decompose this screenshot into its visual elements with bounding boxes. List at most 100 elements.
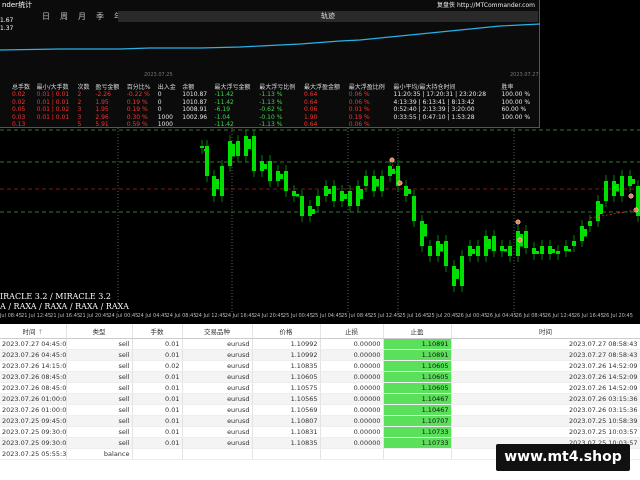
table-cell: 1.10891 (383, 349, 452, 361)
table-cell: 0.01 (132, 393, 183, 405)
table-cell: 1.10835 (252, 360, 321, 372)
col-price[interactable]: 价格 (252, 324, 321, 339)
col-total-lots: 总手数 (12, 84, 31, 91)
col-symbol[interactable]: 交易品种 (182, 324, 253, 339)
stats-cell: 0.06 (304, 106, 318, 114)
col-max-float-loss: 最大浮亏金额 (214, 84, 251, 91)
col-take-profit[interactable]: 止盈 (383, 324, 452, 339)
equity-curve-line (0, 23, 540, 51)
table-cell: 1.10605 (383, 371, 452, 383)
col-close-time[interactable]: 时间 (451, 324, 640, 339)
candle-body (580, 226, 584, 241)
table-cell: 1.10467 (383, 404, 452, 416)
stats-cell: 0.64 (304, 98, 318, 106)
table-row[interactable]: 2023.07.25 09:45:01 sell 0.01 eurusd 1.10807… (0, 415, 640, 427)
table-cell: 2023.07.25 09:30:02 (0, 426, 67, 438)
order-marker (628, 193, 634, 199)
table-cell: 2023.07.26 03:15:36 (451, 393, 640, 405)
time-axis-label: 21 Jul 08:45 (0, 313, 22, 319)
candle-body (324, 186, 328, 196)
sort-arrow-icon: ↑ (37, 327, 44, 336)
candle-body (488, 239, 491, 249)
candle-body (468, 246, 472, 256)
stats-row: 0.03 0.01 | 0.01 3 2.96 0.30 % 1000 1002.96 -1.… (10, 114, 536, 122)
candle-body (312, 209, 315, 214)
candle-body (600, 204, 603, 214)
stats-row: 0.02 0.01 | 0.01 2 -2.26 -0.22 % 0 1010.87 -11.… (10, 91, 536, 99)
table-cell: 0.01 (132, 371, 183, 383)
col-stop-loss[interactable]: 止损 (320, 324, 384, 339)
stats-title: nder统计 (2, 1, 33, 9)
period-week[interactable]: 周 (60, 11, 68, 22)
candle-body (620, 176, 624, 196)
table-cell: 1.10891 (383, 338, 452, 350)
ea-label: A / RAXA / RAXA / RAXA / RAXA (0, 302, 129, 311)
table-cell: 1.10992 (252, 349, 321, 361)
table-cell (383, 448, 452, 460)
table-row[interactable]: 2023.07.26 14:15:01 sell 0.02 eurusd 1.10835… (0, 360, 640, 372)
stats-cell: 0 (157, 98, 162, 106)
candle-body (452, 266, 456, 286)
stats-cell: 1010.87 (182, 98, 208, 106)
table-cell (320, 448, 384, 460)
table-cell: 0.01 (132, 437, 183, 449)
col-hold-time: 最小平均/最大持仓时间 (393, 84, 456, 91)
col-lots[interactable]: 手数 (132, 324, 183, 339)
price-chart[interactable] (0, 128, 640, 313)
time-axis-label: 26 Jul 08:45 (515, 313, 546, 319)
table-cell: sell (66, 415, 133, 427)
candle-body (516, 231, 520, 256)
stats-cell: 0.01 | 0.01 (36, 113, 70, 121)
table-cell: sell (66, 382, 133, 394)
table-cell: 2023.07.26 08:45:00 (0, 382, 67, 394)
period-day[interactable]: 日 (42, 11, 50, 22)
table-cell: sell (66, 426, 133, 438)
candle-body (232, 144, 235, 157)
col-count: 次数 (77, 84, 90, 91)
stats-cell: 0.19 % (126, 98, 148, 106)
table-cell: sell (66, 404, 133, 416)
table-row[interactable]: 2023.07.26 08:45:00 sell 0.01 eurusd 1.10575… (0, 382, 640, 394)
candle-body (548, 246, 552, 254)
candle-body (632, 179, 635, 184)
table-cell: sell (66, 349, 133, 361)
candle-body (220, 166, 224, 196)
candle-body (596, 201, 600, 221)
candle-body (628, 176, 632, 186)
table-row[interactable]: 2023.07.26 08:45:01 sell 0.01 eurusd 1.10605… (0, 371, 640, 383)
table-row[interactable]: 2023.07.25 09:30:02 sell 0.01 eurusd 1.10831… (0, 426, 640, 438)
stats-cell: 2 (77, 98, 82, 106)
candle-body (376, 179, 379, 187)
stats-cell: -0.22 % (126, 91, 150, 99)
table-cell: 1.10605 (252, 371, 321, 383)
table-cell: eurusd (182, 338, 253, 350)
stats-panel: nder统计 复盘侠 http://MTCommander.com 1.67 1… (0, 0, 540, 128)
time-axis-label: 25 Jul 08:45 (341, 313, 372, 319)
stats-cell: 4:13:39 | 6:13:41 | 8:13:42 (393, 98, 475, 106)
stats-cell: 0 (157, 106, 162, 114)
candle-body (340, 191, 344, 201)
col-open-time[interactable]: 时间 ↑ (0, 324, 67, 339)
time-axis-label: 21 Jul 12:45 (21, 313, 52, 319)
table-cell: 1.10831 (252, 426, 321, 438)
period-month[interactable]: 月 (78, 11, 86, 22)
table-row[interactable]: 2023.07.26 01:00:01 sell 0.01 eurusd 1.10569… (0, 404, 640, 416)
period-quarter[interactable]: 季 (96, 11, 104, 22)
col-type[interactable]: 类型 (66, 324, 133, 339)
trajectory-tab[interactable]: 轨迹 (118, 11, 538, 22)
candle-body (328, 189, 331, 194)
time-axis-label: 24 Jul 08:45 (166, 313, 197, 319)
stats-cell: 0.01 | 0.01 (36, 91, 70, 99)
table-row[interactable]: 2023.07.26 04:45:02 sell 0.01 eurusd 1.10992… (0, 349, 640, 361)
table-row[interactable]: 2023.07.27 04:45:04 sell 0.01 eurusd 1.10992… (0, 338, 640, 350)
table-row[interactable]: 2023.07.26 01:00:02 sell 0.01 eurusd 1.10565… (0, 393, 640, 405)
stats-link[interactable]: 复盘侠 http://MTCommander.com (437, 0, 535, 9)
table-cell: 1.10733 (383, 426, 452, 438)
order-marker (517, 237, 523, 243)
candle-body (276, 171, 280, 181)
candle-body (344, 194, 347, 199)
candle-body (508, 246, 512, 256)
candle-body (360, 189, 363, 199)
table-cell: 0.00000 (320, 404, 384, 416)
table-cell: 1.10569 (252, 404, 321, 416)
